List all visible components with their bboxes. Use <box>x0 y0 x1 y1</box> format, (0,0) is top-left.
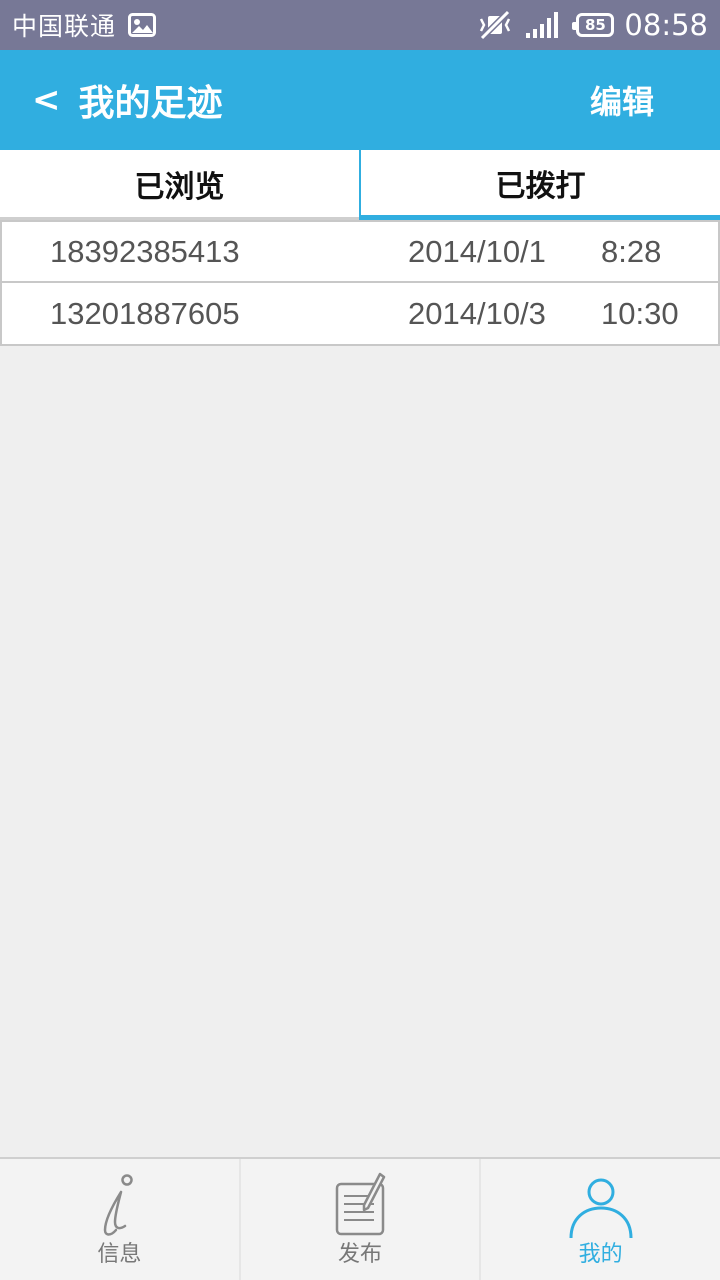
edit-button[interactable]: 编辑 <box>590 77 654 123</box>
call-date: 2014/10/1 <box>408 233 546 269</box>
back-button[interactable]: < 我的足迹 <box>0 50 223 150</box>
list-item[interactable]: 18392385413 2014/10/1 8:28 <box>0 220 720 283</box>
nav-label: 我的 <box>578 1242 623 1267</box>
publish-icon <box>335 1172 386 1236</box>
title-bar: < 我的足迹 编辑 <box>0 50 720 150</box>
status-bar: 中国联通 85 08:58 <box>0 0 720 50</box>
page-title: 我的足迹 <box>78 83 223 124</box>
nav-item-info[interactable]: 信息 <box>0 1159 241 1280</box>
nav-item-profile[interactable]: 我的 <box>481 1159 720 1280</box>
picture-icon <box>128 13 157 37</box>
tab-dialed[interactable]: 已拨打 <box>359 150 720 220</box>
battery-icon: 85 <box>572 13 615 37</box>
call-date: 2014/10/3 <box>408 295 546 331</box>
list-item[interactable]: 13201887605 2014/10/3 10:30 <box>0 283 720 346</box>
signal-icon <box>526 12 559 38</box>
nav-label: 信息 <box>97 1242 142 1267</box>
tab-browsed[interactable]: 已浏览 <box>0 150 359 220</box>
carrier-label: 中国联通 <box>12 12 117 41</box>
call-list: 18392385413 2014/10/1 8:28 13201887605 2… <box>0 220 720 346</box>
nav-label: 发布 <box>338 1242 383 1267</box>
status-indicators: 85 08:58 <box>478 8 708 42</box>
call-time: 8:28 <box>601 233 662 269</box>
phone-number: 18392385413 <box>50 233 240 269</box>
profile-icon <box>569 1178 633 1239</box>
tab-bar: 已浏览 已拨打 <box>0 150 720 220</box>
bottom-nav: 信息 发布 我的 <box>0 1157 720 1280</box>
call-time: 10:30 <box>601 295 679 331</box>
nav-item-publish[interactable]: 发布 <box>241 1159 482 1280</box>
back-icon: < <box>32 80 61 120</box>
info-icon <box>104 1174 134 1236</box>
clock: 08:58 <box>624 8 708 42</box>
vibrate-off-icon <box>480 10 511 40</box>
phone-number: 13201887605 <box>50 295 240 331</box>
